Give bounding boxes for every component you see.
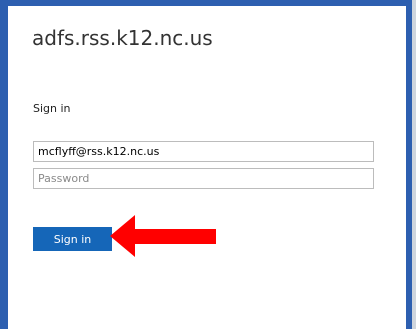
left-arrow-icon — [110, 215, 216, 257]
site-title: adfs.rss.k12.nc.us — [32, 26, 213, 50]
username-input[interactable] — [33, 141, 374, 162]
sign-in-button[interactable]: Sign in — [33, 227, 112, 251]
sign-in-heading: Sign in — [33, 102, 71, 115]
window-edge — [412, 0, 416, 329]
password-input[interactable] — [33, 168, 374, 189]
sign-in-panel: adfs.rss.k12.nc.us Sign in Sign in — [8, 6, 406, 329]
